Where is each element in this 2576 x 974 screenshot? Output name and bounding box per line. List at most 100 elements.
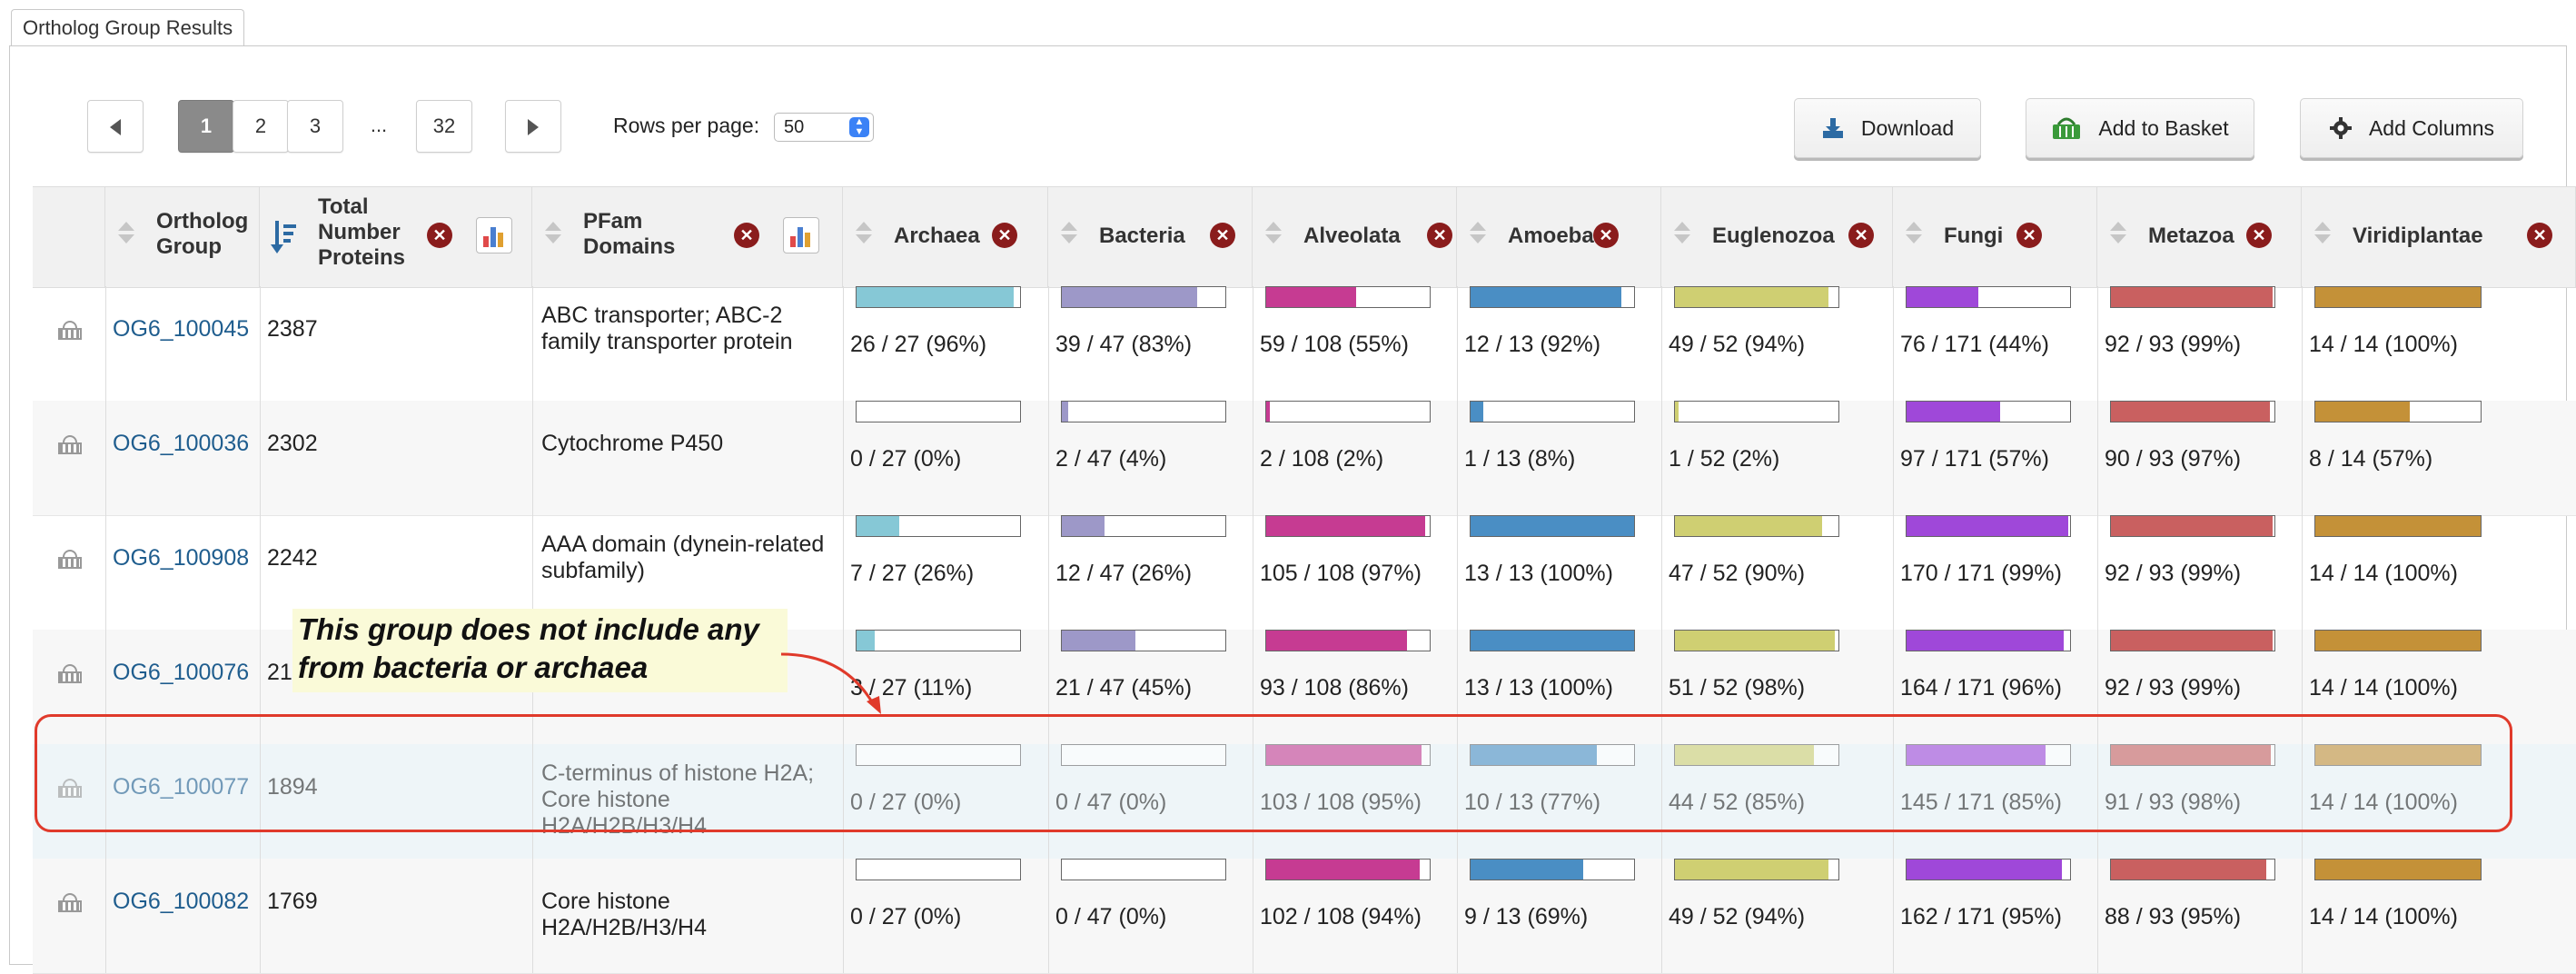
taxon-distribution-bar [1674,630,1839,651]
header-euglenozoa[interactable]: Euglenozoa ✕ [1661,187,1893,287]
taxon-count-value: 9 / 13 (69%) [1464,904,1589,929]
rows-per-page-select[interactable]: 50 ▲ ▼ [774,113,874,142]
sort-icon[interactable] [856,222,872,244]
basket-icon[interactable] [58,435,82,454]
next-page-button[interactable] [505,100,561,153]
header-viridiplantae[interactable]: Viridiplantae ✕ [2302,187,2576,287]
taxon-distribution-bar [1061,515,1226,537]
header-amoeba[interactable]: Amoeba ✕ [1457,187,1661,287]
taxon-distribution-bar [1470,630,1635,651]
taxon-count-value: 92 / 93 (99%) [2105,332,2242,357]
header-ortholog-group[interactable]: Ortholog Group [105,187,260,287]
taxon-count-value: 105 / 108 (97%) [1260,561,1422,586]
header-fungi[interactable]: Fungi ✕ [1893,187,2097,287]
add-to-basket-label: Add to Basket [2098,115,2229,140]
taxon-count-value: 90 / 93 (97%) [2105,446,2242,472]
remove-column-icon[interactable]: ✕ [734,223,759,248]
sort-icon[interactable] [1061,222,1077,244]
rows-per-page-value: 50 [784,117,805,137]
table-header: Ortholog Group Total Number Proteins ✕ P… [33,186,2576,288]
sort-icon[interactable] [1470,222,1486,244]
taxon-distribution-bar [1470,859,1635,880]
taxon-count-value: 0 / 27 (0%) [850,446,962,472]
sort-icon[interactable] [118,222,134,244]
sort-icon[interactable] [2314,222,2331,244]
tab-ortholog-group-results[interactable]: Ortholog Group Results [11,9,245,46]
basket-icon[interactable] [58,550,82,569]
pfam-domains-value: AAA domain (dynein-related subfamily) [541,532,825,583]
ortholog-group-link[interactable]: OG6_100045 [113,316,249,343]
taxon-count-value: 88 / 93 (95%) [2105,904,2242,929]
page-button-1[interactable]: 1 [178,100,234,153]
remove-column-icon[interactable]: ✕ [992,223,1017,248]
ortholog-group-link[interactable]: OG6_100082 [113,889,249,915]
taxon-distribution-bar [1061,859,1226,880]
download-icon [1822,118,1843,138]
header-total-number-proteins[interactable]: Total Number Proteins ✕ [260,187,532,287]
header-archaea[interactable]: Archaea ✕ [843,187,1048,287]
table-row: OG6_100082 1769 Core histone H2A/H2B/H3/H4… [33,859,2576,974]
add-columns-button[interactable]: Add Columns [2300,98,2523,158]
taxon-count-value: 51 / 52 (98%) [1669,675,1806,701]
sort-icon[interactable] [2110,222,2126,244]
pfam-domains-value: Cytochrome P450 [541,431,724,456]
basket-icon[interactable] [58,664,82,683]
taxon-distribution-bar [2110,859,2275,880]
sort-icon[interactable] [1265,222,1282,244]
taxon-distribution-bar [1674,859,1839,880]
taxon-count-value: 2 / 108 (2%) [1260,446,1384,472]
taxon-count-value: 14 / 14 (100%) [2309,332,2458,357]
taxon-distribution-bar [856,286,1021,308]
taxon-distribution-bar [1265,286,1431,308]
header-bacteria[interactable]: Bacteria ✕ [1048,187,1253,287]
header-label-group: Ortholog Group [156,209,249,259]
taxon-count-value: 39 / 47 (83%) [1055,332,1193,357]
sort-descending-icon[interactable] [271,219,298,255]
taxon-distribution-bar [1470,401,1635,422]
taxon-distribution-bar [1265,401,1431,422]
remove-column-icon[interactable]: ✕ [2016,223,2042,248]
sort-icon[interactable] [545,222,561,244]
taxon-count-value: 49 / 52 (94%) [1669,904,1806,929]
ortholog-group-link[interactable]: OG6_100076 [113,660,249,686]
page-button-2[interactable]: 2 [233,100,289,153]
sort-icon[interactable] [1906,222,1922,244]
ortholog-group-link[interactable]: OG6_100036 [113,431,249,457]
taxon-distribution-bar [1906,286,2071,308]
remove-column-icon[interactable]: ✕ [2246,223,2272,248]
histogram-icon[interactable] [783,217,819,253]
taxon-distribution-bar [1906,859,2071,880]
taxon-count-value: 14 / 14 (100%) [2309,904,2458,929]
chevron-right-icon [528,119,539,136]
taxon-distribution-bar [2314,515,2482,537]
basket-icon[interactable] [58,893,82,912]
pfam-domains-value: ABC transporter; ABC-2 family transporte… [541,303,793,354]
header-label-metazoa: Metazoa [2148,224,2234,248]
header-alveolata[interactable]: Alveolata ✕ [1253,187,1457,287]
taxon-count-value: 170 / 171 (99%) [1900,561,2062,586]
basket-icon[interactable] [58,321,82,340]
add-to-basket-button[interactable]: Add to Basket [2026,98,2254,158]
select-arrows-icon: ▲ ▼ [849,117,869,137]
header-pfam-domains[interactable]: PFam Domains ✕ [532,187,843,287]
remove-column-icon[interactable]: ✕ [1210,223,1235,248]
taxon-count-value: 8 / 14 (57%) [2309,446,2433,472]
page-button-3[interactable]: 3 [287,100,343,153]
taxon-distribution-bar [2110,286,2275,308]
remove-column-icon[interactable]: ✕ [2527,223,2552,248]
prev-page-button[interactable] [87,100,144,153]
ortholog-group-link[interactable]: OG6_100908 [113,545,249,571]
page-button-32[interactable]: 32 [416,100,472,153]
taxon-distribution-bar [2314,286,2482,308]
add-columns-label: Add Columns [2368,115,2495,140]
taxon-distribution-bar [2110,515,2275,537]
sort-icon[interactable] [1674,222,1690,244]
remove-column-icon[interactable]: ✕ [1593,223,1619,248]
histogram-icon[interactable] [476,217,512,253]
remove-column-icon[interactable]: ✕ [1848,223,1874,248]
remove-column-icon[interactable]: ✕ [427,223,452,248]
download-button[interactable]: Download [1794,98,1981,158]
remove-column-icon[interactable]: ✕ [1427,223,1452,248]
taxon-count-value: 49 / 52 (94%) [1669,332,1806,357]
header-metazoa[interactable]: Metazoa ✕ [2097,187,2302,287]
